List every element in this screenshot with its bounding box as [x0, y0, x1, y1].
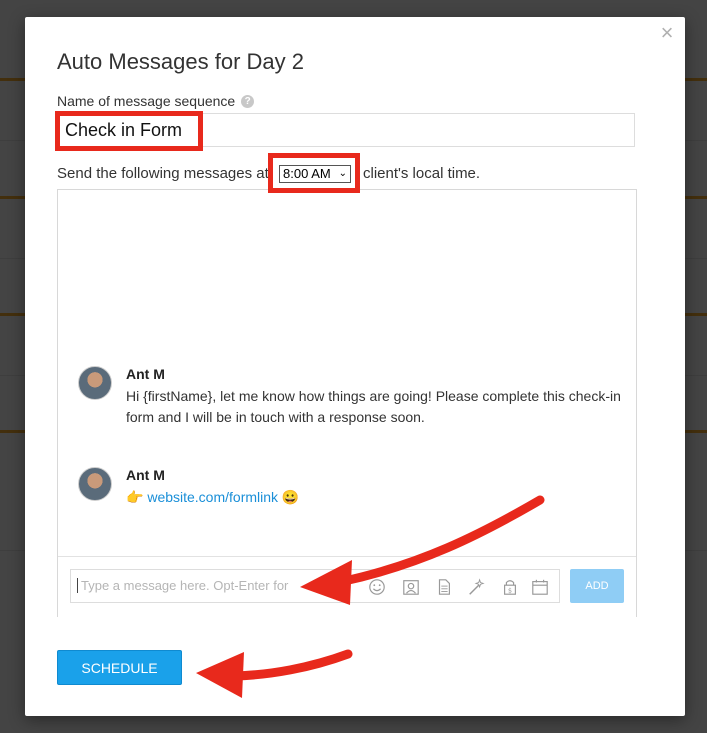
message-list: Ant M Hi {firstName}, let me know how th… — [57, 189, 637, 617]
message-author: Ant M — [126, 366, 165, 382]
message-composer: Type a message here. Opt-Enter for $ ADD — [58, 556, 636, 617]
smiley-emoji-icon: 😀 — [281, 489, 300, 505]
send-time-row: Send the following messages at client's … — [57, 165, 480, 182]
contact-card-icon[interactable] — [402, 577, 420, 597]
sequence-name-label-text: Name of message sequence — [57, 93, 236, 109]
pointing-hand-icon: 👉 — [126, 489, 144, 505]
sequence-name-value: Check in Form — [65, 120, 183, 140]
sequence-name-input[interactable]: Check in Form — [57, 113, 635, 147]
calendar-icon[interactable] — [531, 577, 549, 597]
form-link[interactable]: website.com/formlink — [147, 489, 278, 505]
magic-wand-icon[interactable] — [467, 577, 485, 597]
message-input-box[interactable]: Type a message here. Opt-Enter for $ — [70, 569, 560, 603]
document-icon[interactable] — [435, 577, 453, 597]
schedule-button[interactable]: SCHEDULE — [57, 650, 182, 685]
avatar — [78, 366, 112, 400]
svg-text:$: $ — [508, 587, 512, 594]
close-icon[interactable]: × — [657, 22, 677, 44]
smiley-icon[interactable] — [368, 577, 386, 597]
modal-title: Auto Messages for Day 2 — [57, 49, 305, 74]
message-author: Ant M — [126, 467, 165, 483]
chevron-down-icon: ⌄ — [338, 168, 347, 179]
add-message-button[interactable]: ADD — [570, 569, 624, 603]
send-time-prefix: Send the following messages at — [57, 165, 269, 182]
send-time-suffix: client's local time. — [363, 165, 481, 182]
send-time-select[interactable]: 8:00 AM ⌄ — [279, 165, 351, 183]
sequence-name-label: Name of message sequence ? — [57, 93, 255, 109]
message-item: Ant M 👉 website.com/formlink 😀 — [78, 467, 618, 507]
message-text: Hi {firstName}, let me know how things a… — [126, 388, 621, 425]
paid-lock-icon[interactable]: $ — [501, 577, 519, 597]
avatar — [78, 467, 112, 501]
auto-messages-modal: × Auto Messages for Day 2 Name of messag… — [25, 17, 685, 716]
message-input[interactable]: Type a message here. Opt-Enter for — [77, 578, 321, 593]
message-item: Ant M Hi {firstName}, let me know how th… — [78, 366, 621, 436]
help-icon[interactable]: ? — [241, 94, 255, 108]
send-time-value: 8:00 AM — [283, 166, 331, 181]
message-text: 👉 website.com/formlink 😀 — [126, 487, 626, 508]
